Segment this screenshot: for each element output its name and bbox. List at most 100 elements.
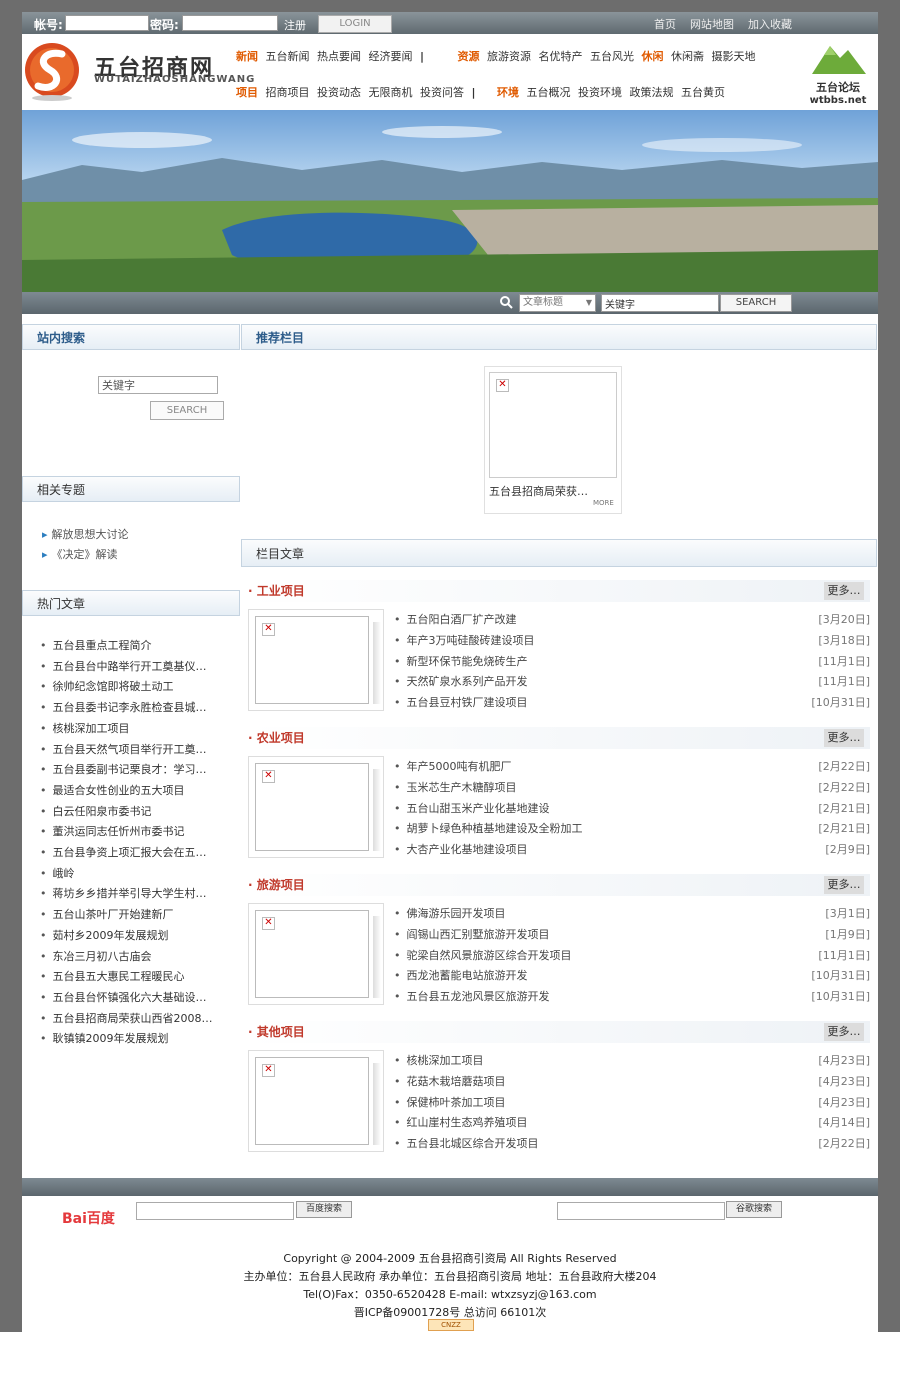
top-search-button[interactable]: SEARCH <box>720 294 792 312</box>
hot-article-item[interactable]: • 最适合女性创业的五大项目 <box>40 782 185 798</box>
section-thumbnail[interactable]: ✕ <box>248 1050 384 1152</box>
login-button[interactable]: LOGIN <box>318 15 392 33</box>
nav-cat-leisure[interactable]: 休闲 <box>642 50 664 63</box>
cnzz-badge[interactable]: CNZZ <box>428 1319 474 1331</box>
article-item[interactable]: • 核桃深加工项目 [4月23日] <box>394 1052 870 1068</box>
bullet-icon: • <box>394 633 401 647</box>
hot-article-title: 最适合女性创业的五大项目 <box>52 783 185 797</box>
article-item[interactable]: • 花菇木栽培蘑菇项目 [4月23日] <box>394 1073 870 1089</box>
nav-item[interactable]: 投资问答 <box>420 86 464 99</box>
nav-item[interactable]: 五台风光 <box>590 50 634 63</box>
article-item[interactable]: • 驼梁自然风景旅游区综合开发项目 [11月1日] <box>394 947 870 963</box>
hot-article-item[interactable]: • 五台山茶叶厂开始建新厂 <box>40 906 174 922</box>
hot-article-item[interactable]: • 董洪运同志任忻州市委书记 <box>40 823 185 839</box>
hot-article-item[interactable]: • 茹村乡2009年发展规划 <box>40 927 169 943</box>
section-thumbnail[interactable]: ✕ <box>248 756 384 858</box>
hot-article-item[interactable]: • 五台县招商局荣获山西省2008… <box>40 1010 213 1026</box>
keyword-input[interactable] <box>601 294 719 312</box>
nav-cat-environment[interactable]: 环境 <box>497 86 519 99</box>
article-item[interactable]: • 西龙池蓄能电站旅游开发 [10月31日] <box>394 967 870 983</box>
section-thumbnail[interactable]: ✕ <box>248 903 384 1005</box>
hot-article-item[interactable]: • 核桃深加工项目 <box>40 720 130 736</box>
nav-item[interactable]: 政策法规 <box>630 86 674 99</box>
password-input[interactable] <box>182 15 278 31</box>
article-item[interactable]: • 年产3万吨硅酸砖建设项目 [3月18日] <box>394 632 870 648</box>
article-item[interactable]: • 玉米芯生产木糖醇项目 [2月22日] <box>394 779 870 795</box>
forum-logo[interactable]: 五台论坛 wtbbs.net <box>806 40 870 106</box>
hot-article-item[interactable]: • 峨岭 <box>40 865 75 881</box>
topic-item[interactable]: ▸ 《决定》解读 <box>42 546 118 562</box>
article-item[interactable]: • 天然矿泉水系列产品开发 [11月1日] <box>394 673 870 689</box>
nav-item[interactable]: 经济要闻 <box>369 50 413 63</box>
section-more-button[interactable]: 更多… <box>824 582 864 600</box>
article-item[interactable]: • 五台县北城区综合开发项目 [2月22日] <box>394 1135 870 1151</box>
register-link[interactable]: 注册 <box>284 17 306 33</box>
hot-article-item[interactable]: • 五台县五大惠民工程暖民心 <box>40 968 185 984</box>
article-title: 花菇木栽培蘑菇项目 <box>406 1074 506 1088</box>
site-logo-icon[interactable] <box>24 40 82 102</box>
hot-article-item[interactable]: • 五台县台中路举行开工奠基仪… <box>40 658 207 674</box>
site-search-input[interactable] <box>98 376 218 394</box>
article-item[interactable]: • 五台阳白酒厂扩产改建 [3月20日] <box>394 611 870 627</box>
hot-article-item[interactable]: • 五台县天然气项目举行开工奠… <box>40 741 207 757</box>
topic-item[interactable]: ▸ 解放思想大讨论 <box>42 526 129 542</box>
hot-article-item[interactable]: • 耿镇镇2009年发展规划 <box>40 1030 169 1046</box>
nav-cat-news[interactable]: 新闻 <box>236 50 258 63</box>
recommended-more[interactable]: MORE <box>593 499 614 507</box>
nav-item[interactable]: 投资环境 <box>578 86 622 99</box>
hot-article-item[interactable]: • 东冶三月初八古庙会 <box>40 948 152 964</box>
hot-article-item[interactable]: • 白云任阳泉市委书记 <box>40 803 152 819</box>
article-item[interactable]: • 年产5000吨有机肥厂 [2月22日] <box>394 758 870 774</box>
section-more-button[interactable]: 更多… <box>824 876 864 894</box>
section-more-button[interactable]: 更多… <box>824 1023 864 1041</box>
nav-item[interactable]: 摄影天地 <box>712 50 756 63</box>
hot-article-item[interactable]: • 蒋坊乡乡措并举引导大学生村… <box>40 885 207 901</box>
site-search-button[interactable]: SEARCH <box>150 401 224 420</box>
baidu-search-button[interactable]: 百度搜索 <box>296 1201 352 1218</box>
sitemap-link[interactable]: 网站地图 <box>690 16 734 32</box>
nav-item[interactable]: 名优特产 <box>539 50 583 63</box>
baidu-logo[interactable]: Bai百度 <box>62 1208 115 1228</box>
article-item[interactable]: • 胡萝卜绿色种植基地建设及全粉加工 [2月21日] <box>394 820 870 836</box>
nav-item[interactable]: 五台新闻 <box>266 50 310 63</box>
organizer-line: 主办单位：五台县人民政府 承办单位：五台县招商引资局 地址：五台县政府大楼204 <box>243 1270 657 1283</box>
hot-article-item[interactable]: • 五台县争资上项汇报大会在五… <box>40 844 207 860</box>
google-search-button[interactable]: 谷歌搜索 <box>726 1201 782 1218</box>
nav-item[interactable]: 无限商机 <box>369 86 413 99</box>
account-input[interactable] <box>65 15 149 31</box>
hot-article-item[interactable]: • 五台县台怀镇强化六大基础设… <box>40 989 207 1005</box>
nav-item[interactable]: 五台黄页 <box>681 86 725 99</box>
section-more-button[interactable]: 更多… <box>824 729 864 747</box>
hot-article-item[interactable]: • 徐帅纪念馆即将破土动工 <box>40 678 174 694</box>
article-item[interactable]: • 保健柿叶茶加工项目 [4月23日] <box>394 1094 870 1110</box>
nav-item[interactable]: 休闲斋 <box>671 50 704 63</box>
article-item[interactable]: • 佛海游乐园开发项目 [3月1日] <box>394 905 870 921</box>
hot-article-item[interactable]: • 五台县重点工程简介 <box>40 637 152 653</box>
section-thumbnail[interactable]: ✕ <box>248 609 384 711</box>
article-item[interactable]: • 五台山甜玉米产业化基地建设 [2月21日] <box>394 800 870 816</box>
nav-item[interactable]: 五台概况 <box>527 86 571 99</box>
baidu-search-input[interactable] <box>136 1202 294 1220</box>
bullet-icon: • <box>40 804 47 818</box>
bookmark-link[interactable]: 加入收藏 <box>748 16 792 32</box>
nav-item[interactable]: 投资动态 <box>317 86 361 99</box>
article-item[interactable]: • 五台县五龙池风景区旅游开发 [10月31日] <box>394 988 870 1004</box>
hot-article-title: 茹村乡2009年发展规划 <box>52 928 169 942</box>
article-item[interactable]: • 大杏产业化基地建设项目 [2月9日] <box>394 841 870 857</box>
hot-article-item[interactable]: • 五台县委副书记栗良才：学习… <box>40 761 207 777</box>
article-item[interactable]: • 五台县豆村铁厂建设项目 [10月31日] <box>394 694 870 710</box>
nav-item[interactable]: 旅游资源 <box>487 50 531 63</box>
hot-article-item[interactable]: • 五台县委书记李永胜检查县城… <box>40 699 207 715</box>
nav-cat-resources[interactable]: 资源 <box>458 50 480 63</box>
article-item[interactable]: • 阎锡山西汇别墅旅游开发项目 [1月9日] <box>394 926 870 942</box>
search-type-select[interactable]: 文章标题 ▼ <box>519 294 596 312</box>
nav-item[interactable]: 招商项目 <box>266 86 310 99</box>
article-item[interactable]: • 新型环保节能免烧砖生产 [11月1日] <box>394 653 870 669</box>
landscape-banner <box>22 110 878 292</box>
article-item[interactable]: • 红山崖村生态鸡养殖项目 [4月14日] <box>394 1114 870 1130</box>
nav-item[interactable]: 热点要闻 <box>317 50 361 63</box>
recommended-item[interactable]: ✕ 五台县招商局荣获… MORE <box>484 366 622 514</box>
nav-cat-projects[interactable]: 项目 <box>236 86 258 99</box>
google-search-input[interactable] <box>557 1202 725 1220</box>
home-link[interactable]: 首页 <box>654 16 676 32</box>
